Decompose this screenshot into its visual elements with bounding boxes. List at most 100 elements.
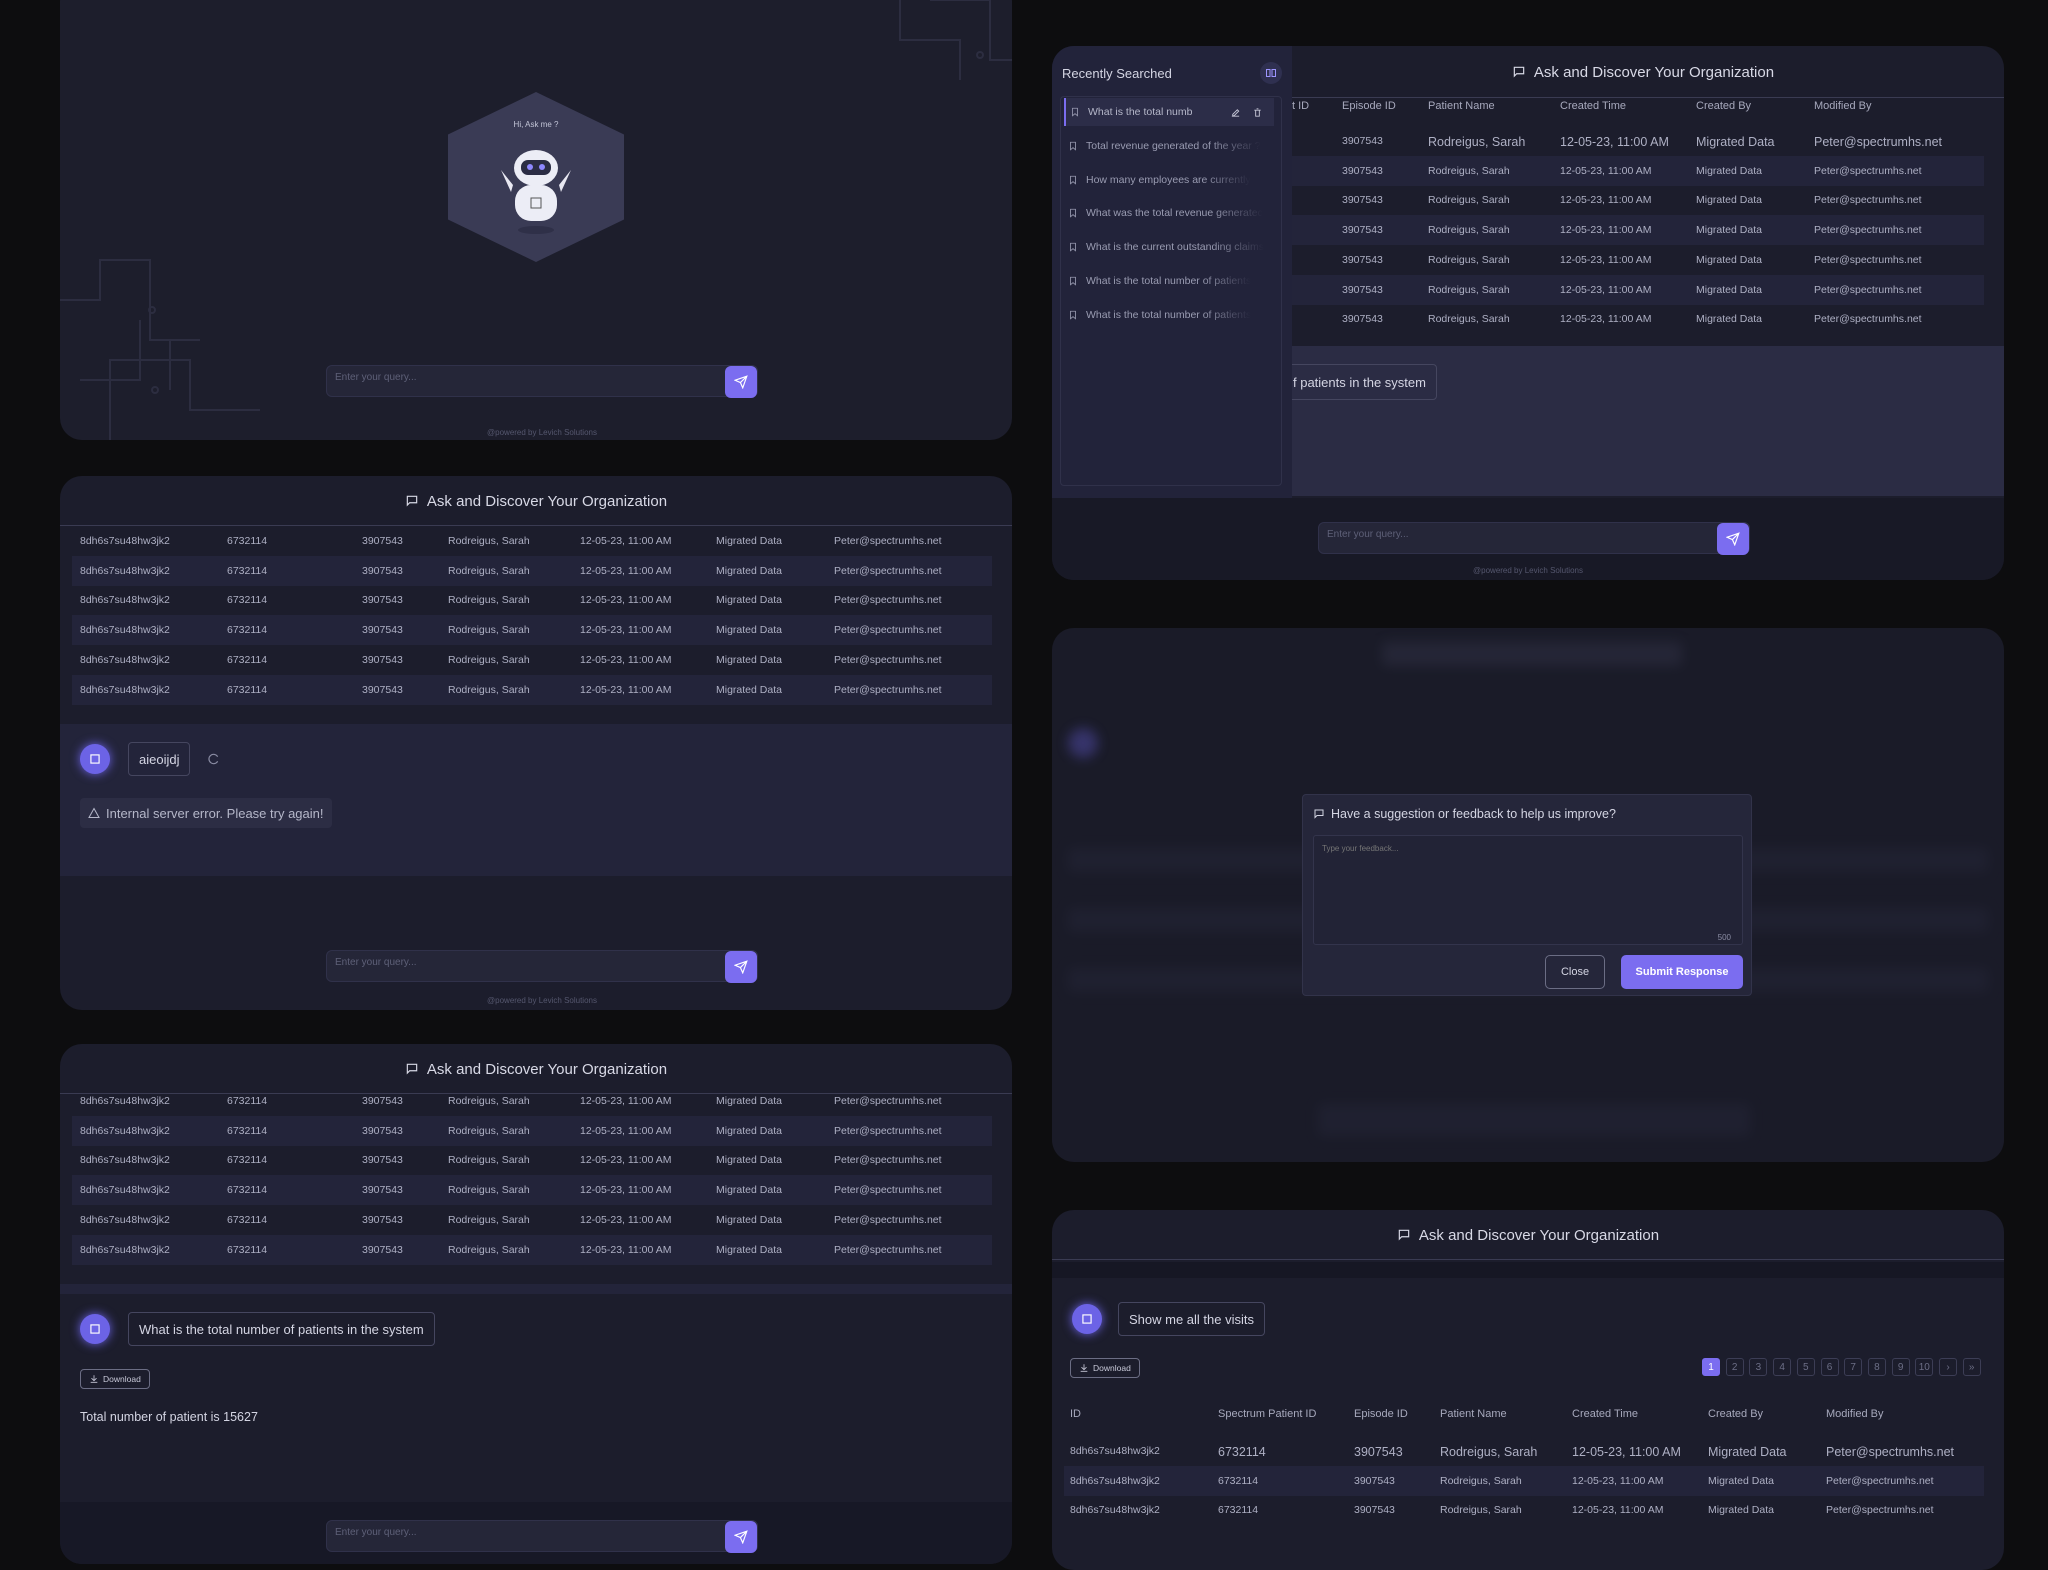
table-cell: 12-05-23, 11:00 AM [1560,224,1652,237]
table-row: 8dh6s7su48hw3jk2 6732114 3907543 Rodreigus,… [72,1115,992,1146]
table-cell: Migrated Data [716,1124,782,1137]
table-cell: 3907543 [362,653,403,666]
table-cell: 3907543 [362,594,403,607]
table-cell: 3907543 [1342,135,1383,147]
close-button[interactable]: Close [1545,955,1605,989]
chip-icon [90,1324,100,1334]
table-cell: 12-05-23, 11:00 AM [1572,1474,1664,1487]
bookmark-icon [1070,243,1076,252]
history-item-label: What was the total revenue generated [1086,207,1264,220]
table-cell: Migrated Data [716,1184,782,1197]
table-cell: 8dh6s7su48hw3jk2 [80,1184,170,1197]
table-cell: 12-05-23, 11:00 AM [580,1213,672,1226]
page-8-button[interactable]: 8 [1867,1358,1886,1376]
history-item[interactable]: What was the total revenue generated [1064,199,1274,227]
table-cell: 8dh6s7su48hw3jk2 [80,1095,170,1107]
history-item[interactable]: Total revenue generated of the year ? [1064,132,1274,160]
query-bar[interactable] [1318,522,1750,555]
query-input[interactable] [335,1527,701,1538]
table-cell: 8dh6s7su48hw3jk2 [80,535,170,547]
page-2-button[interactable]: 2 [1725,1358,1744,1376]
last-page-button[interactable]: » [1962,1358,1981,1376]
table-cell: Rodreigus, Sarah [448,1095,530,1107]
table-cell: Peter@spectrumhs.net [1814,253,1922,266]
page-5-button[interactable]: 5 [1796,1358,1815,1376]
feedback-textarea[interactable] [1313,835,1743,945]
answer-panel: Ask and Discover Your Organization 8dh6s… [60,1044,1012,1564]
page-6-button[interactable]: 6 [1820,1358,1839,1376]
table-cell: Rodreigus, Sarah [448,1243,530,1256]
submit-response-button[interactable]: Submit Response [1621,955,1743,989]
query-bar[interactable] [326,1520,758,1553]
table-cell: Peter@spectrumhs.net [1814,194,1922,207]
history-item[interactable]: What is the total numb [1064,98,1274,126]
send-button[interactable] [725,1521,757,1553]
table-cell: 8dh6s7su48hw3jk2 [80,1154,170,1167]
user-query-bubble: What is the total number of patients in … [128,1312,435,1346]
table-cell: 6732114 [227,594,268,607]
bot-avatar [1072,1304,1102,1334]
download-button[interactable]: Download [1070,1358,1140,1378]
page-10-button[interactable]: 10 [1915,1358,1934,1376]
sidebar-book-button[interactable] [1260,62,1282,84]
table-cell: Rodreigus, Sarah [448,1184,530,1197]
table-cell: 3907543 [1354,1504,1395,1517]
table-cell: 12-05-23, 11:00 AM [1560,283,1652,296]
feedback-modal: Have a suggestion or feedback to help us… [1302,794,1752,996]
query-bar[interactable] [326,950,758,983]
table-cell: Migrated Data [1696,283,1762,296]
query-input[interactable] [1327,529,1693,540]
history-item[interactable]: How many employees are currently [1064,166,1274,194]
table-cell: 8dh6s7su48hw3jk2 [80,683,170,696]
powered-by: @powered by Levich Solutions [487,428,597,437]
table-cell: Peter@spectrumhs.net [834,535,942,547]
table-cell: 12-05-23, 11:00 AM [580,1184,672,1197]
history-item[interactable]: What is the total number of patients [1064,267,1274,295]
chip-icon [90,754,100,764]
next-page-button[interactable]: › [1939,1358,1957,1376]
table-cell: Rodreigus, Sarah [1428,313,1510,326]
table-cell: 3907543 [362,564,403,577]
table-cell: Rodreigus, Sarah [1428,194,1510,207]
delete-icon[interactable] [1252,107,1263,118]
page-3-button[interactable]: 3 [1749,1358,1768,1376]
page-1-button[interactable]: 1 [1702,1358,1720,1376]
edit-icon[interactable] [1230,107,1241,118]
download-button[interactable]: Download [80,1369,150,1389]
table-cell: Rodreigus, Sarah [448,683,530,696]
table-cell: Rodreigus, Sarah [448,624,530,637]
table-cell: 6732114 [227,1184,268,1197]
query-bar[interactable] [326,365,758,398]
table-cell: 12-05-23, 11:00 AM [1560,164,1652,177]
history-item[interactable]: What is the current outstanding claims [1064,233,1274,261]
table-cell: Rodreigus, Sarah [448,535,530,547]
table-cell: Peter@spectrumhs.net [1826,1474,1934,1487]
history-item[interactable]: What is the total number of patients [1064,301,1274,329]
query-input[interactable] [335,957,701,968]
table-row: 8dh6s7su48hw3jk2 6732114 3907543 Rodreigus,… [72,555,992,586]
send-button[interactable] [725,951,757,983]
table-cell: Migrated Data [1708,1445,1787,1459]
table-row: 8dh6s7su48hw3jk2 6732114 3907543 Rodreigus,… [72,674,992,705]
table-cell: 8dh6s7su48hw3jk2 [1070,1504,1160,1517]
table-header: ID Spectrum Patient ID Episode ID Patien… [1070,1408,1884,1420]
table-cell: 6732114 [227,1095,268,1107]
table-row: 8dh6s7su48hw3jk2 6732114 3907543 Rodreigus,… [72,1175,992,1206]
table-cell: 6732114 [227,535,268,547]
send-icon [1726,532,1740,546]
table-cell: Rodreigus, Sarah [1440,1504,1522,1517]
feedback-title: Have a suggestion or feedback to help us… [1313,807,1616,821]
table-cell: 8dh6s7su48hw3jk2 [80,624,170,637]
send-button[interactable] [1717,523,1749,555]
table-cell: Rodreigus, Sarah [1428,224,1510,237]
refresh-icon[interactable] [206,752,220,766]
table-cell: Rodreigus, Sarah [1428,283,1510,296]
send-button[interactable] [725,366,757,398]
page-4-button[interactable]: 4 [1773,1358,1792,1376]
error-message: Internal server error. Please try again! [80,798,332,828]
page-7-button[interactable]: 7 [1844,1358,1863,1376]
table-cell: 8dh6s7su48hw3jk2 [80,653,170,666]
table-cell: 3907543 [1354,1445,1403,1459]
page-9-button[interactable]: 9 [1891,1358,1910,1376]
query-input[interactable] [335,372,701,383]
